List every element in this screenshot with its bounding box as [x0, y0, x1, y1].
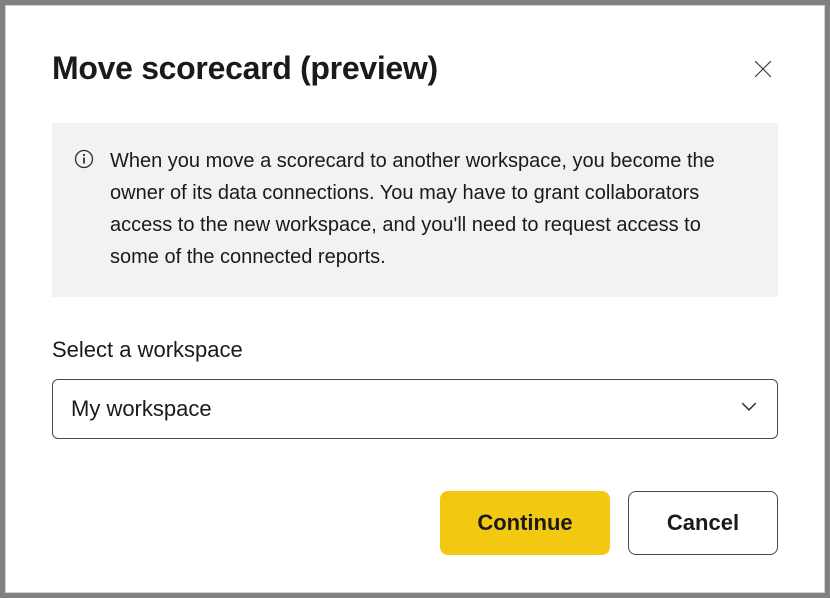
close-icon — [754, 66, 772, 81]
info-banner-text: When you move a scorecard to another wor… — [110, 145, 750, 273]
cancel-button[interactable]: Cancel — [628, 491, 778, 555]
continue-button[interactable]: Continue — [440, 491, 610, 555]
workspace-field-group: Select a workspace My workspace — [52, 337, 778, 439]
info-icon — [74, 145, 94, 174]
button-row: Continue Cancel — [52, 491, 778, 555]
info-banner: When you move a scorecard to another wor… — [52, 123, 778, 297]
workspace-select-wrap: My workspace — [52, 379, 778, 439]
workspace-select[interactable]: My workspace — [52, 379, 778, 439]
workspace-label: Select a workspace — [52, 337, 778, 363]
close-button[interactable] — [748, 54, 778, 87]
dialog-header: Move scorecard (preview) — [52, 50, 778, 87]
dialog-title: Move scorecard (preview) — [52, 50, 438, 87]
move-scorecard-dialog: Move scorecard (preview) When you move a… — [5, 5, 825, 593]
